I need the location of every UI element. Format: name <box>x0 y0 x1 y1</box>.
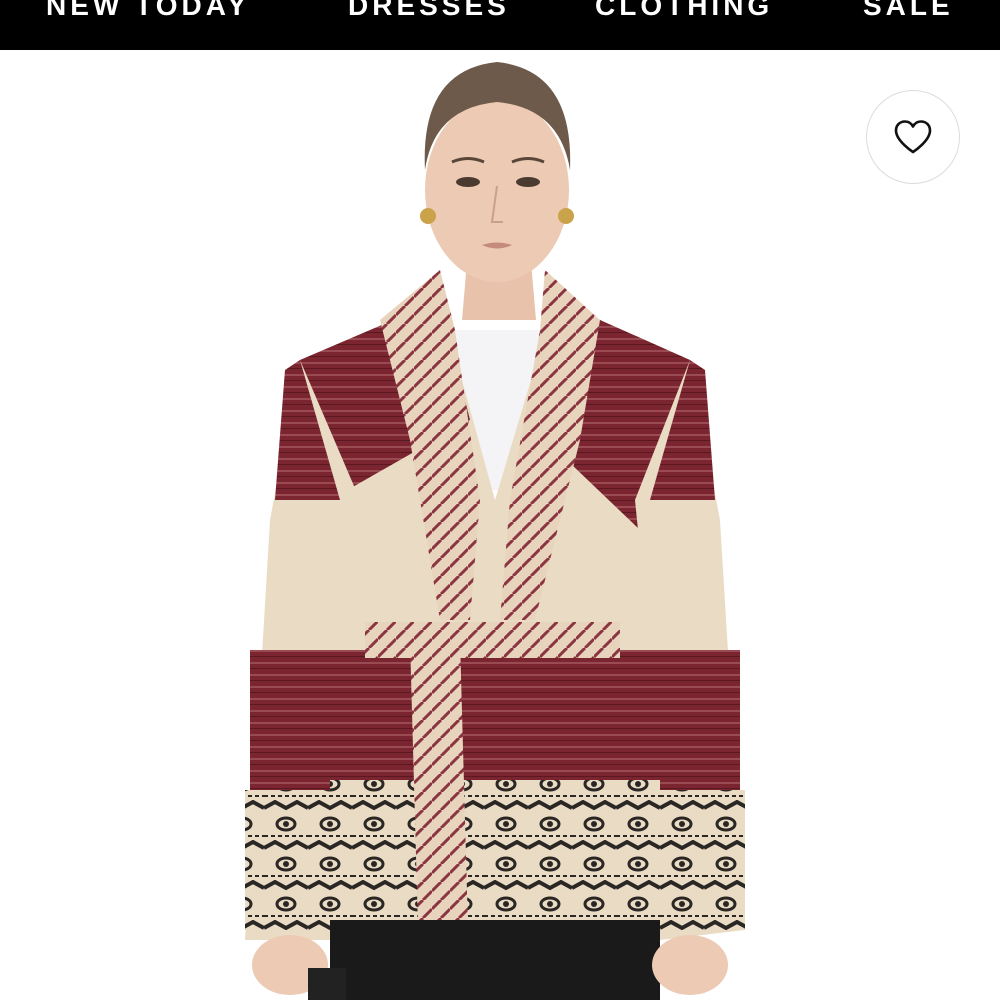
top-navigation: NEW TODAY DRESSES CLOTHING SALE <box>0 0 1000 50</box>
nav-item-new-today[interactable]: NEW TODAY <box>46 0 250 26</box>
wishlist-button[interactable] <box>866 90 960 184</box>
product-image[interactable] <box>0 50 1000 1000</box>
nav-item-dresses[interactable]: DRESSES <box>348 0 510 26</box>
nav-item-clothing[interactable]: CLOTHING <box>595 0 773 26</box>
nav-item-sale[interactable]: SALE <box>863 0 954 26</box>
product-photo-cardigan <box>0 50 1000 1000</box>
heart-icon <box>894 120 932 154</box>
